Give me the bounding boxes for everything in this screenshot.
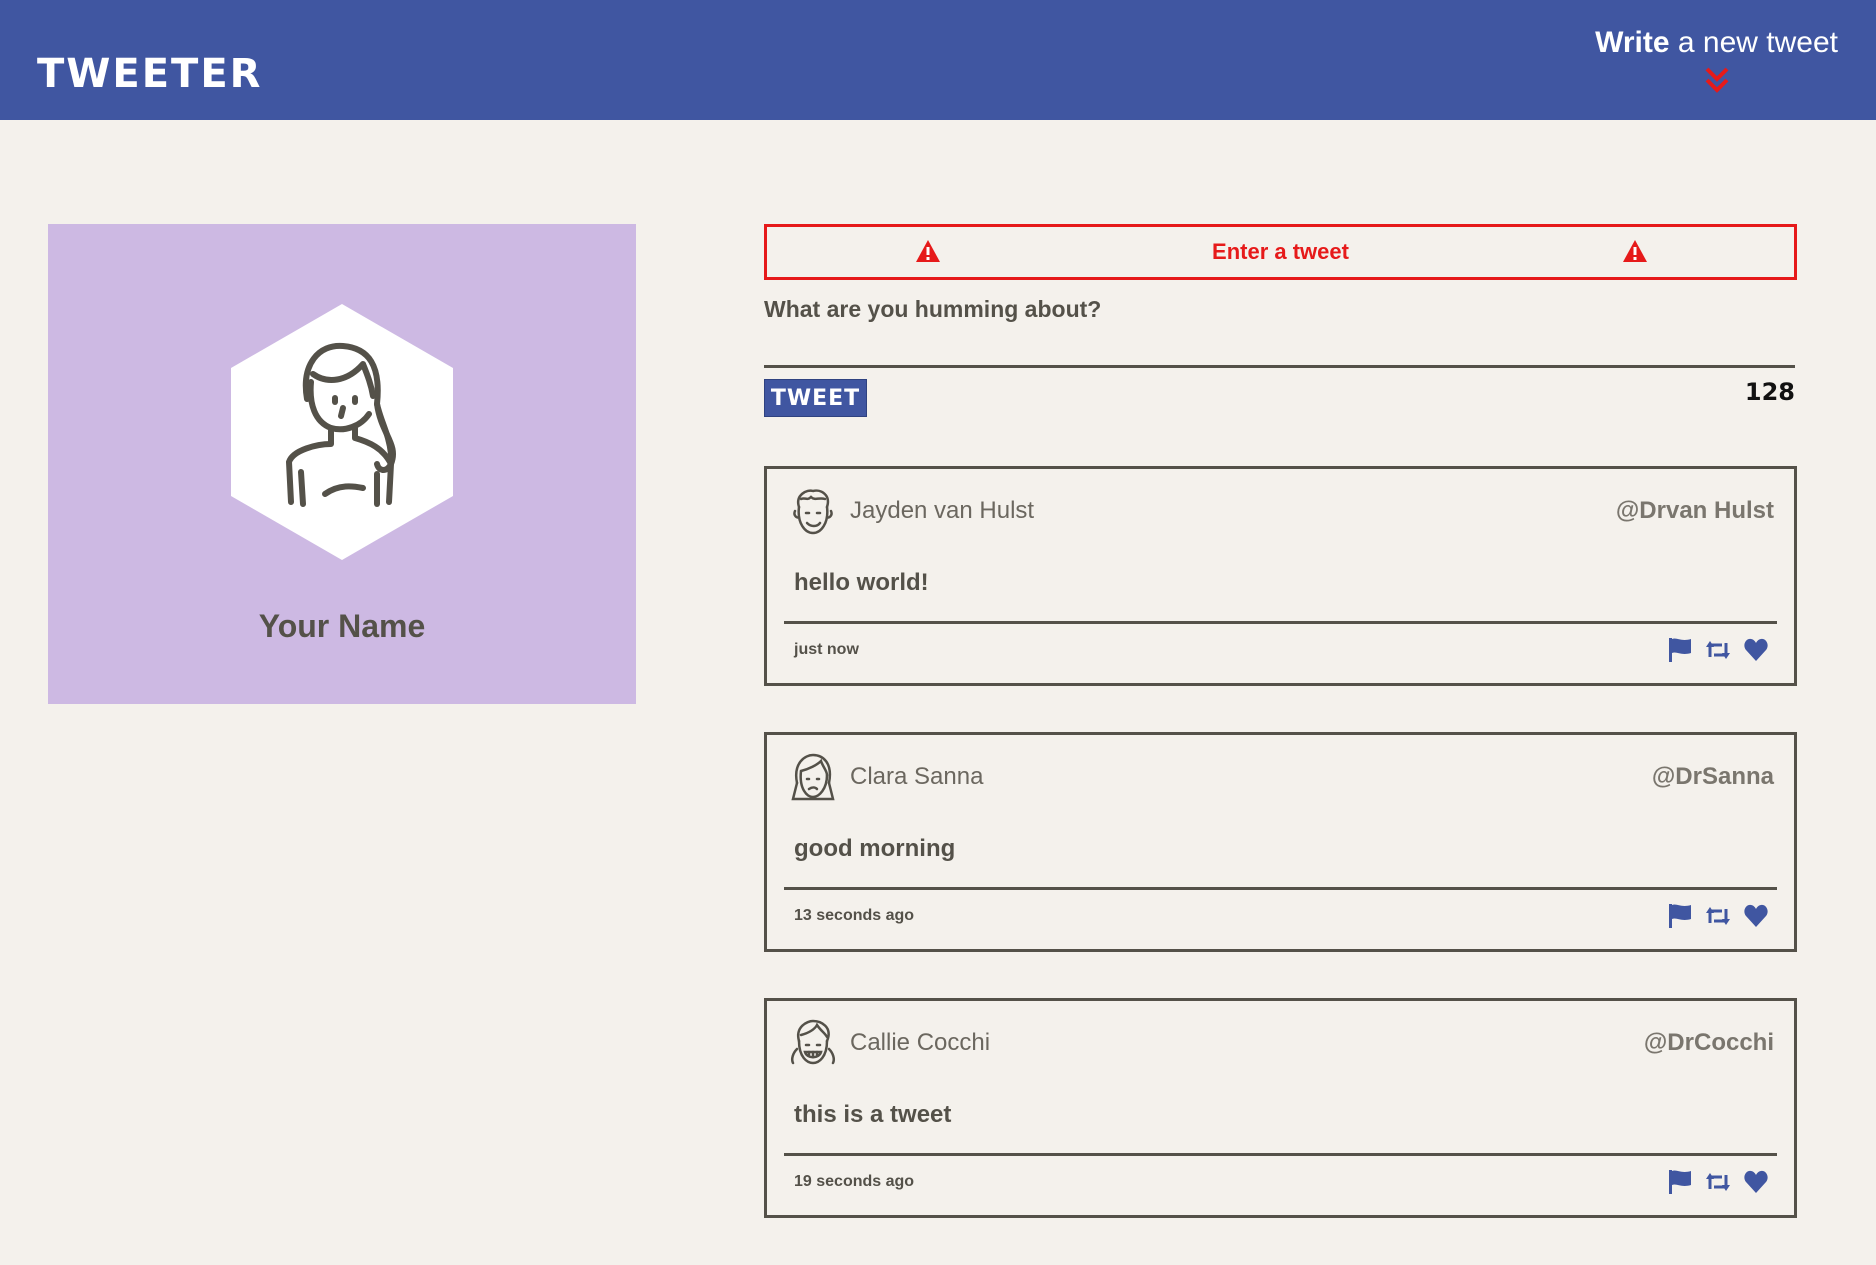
heart-icon[interactable] [1743,1169,1769,1195]
tweet-divider [784,887,1777,890]
retweet-icon[interactable] [1705,903,1731,929]
tweet-author-name: Clara Sanna [850,763,984,790]
tweet-actions [1667,1169,1769,1195]
write-label-rest: a new tweet [1669,26,1838,59]
flag-icon[interactable] [1667,1169,1693,1195]
retweet-icon[interactable] [1705,1169,1731,1195]
heart-icon[interactable] [1743,903,1769,929]
profile-avatar-icon [231,304,453,560]
error-banner: Enter a tweet [764,224,1797,280]
flag-icon[interactable] [1667,637,1693,663]
tweet-textarea-label[interactable]: What are you humming about? [764,296,1101,323]
tweet-card: Callie Cocchi @DrCocchi this is a tweet … [764,998,1797,1218]
double-chevron-down-icon[interactable] [1702,66,1732,96]
warning-triangle-icon [1623,240,1647,262]
tweet-body: hello world! [794,569,929,596]
tweet-timestamp: just now [794,641,859,658]
tweet-card: Clara Sanna @DrSanna good morning 13 sec… [764,732,1797,952]
user-avatar-icon [790,1019,836,1065]
tweet-body: this is a tweet [794,1101,952,1128]
tweet-input-underline [764,365,1795,368]
tweet-author-name: Callie Cocchi [850,1029,991,1056]
user-avatar-icon [791,753,835,801]
profile-card: Your Name [48,224,636,704]
flag-icon[interactable] [1667,903,1693,929]
tweet-body: good morning [794,835,956,862]
user-avatar-icon [793,489,833,535]
write-new-tweet-link[interactable]: Write a new tweet [1595,24,1838,96]
tweet-author-handle: @DrCocchi [1643,1029,1774,1056]
tweet-timestamp: 13 seconds ago [794,907,915,924]
tweet-author-handle: @DrSanna [1651,763,1774,790]
tweet-author-name: Jayden van Hulst [850,497,1035,524]
tweet-card: Jayden van Hulst @Drvan Hulst hello worl… [764,466,1797,686]
tweet-actions [1667,903,1769,929]
profile-name: Your Name [258,608,426,644]
tweet-divider [784,621,1777,624]
tweet-author-handle: @Drvan Hulst [1615,497,1774,524]
tweet-actions [1667,637,1769,663]
top-nav: TWEETER Write a new tweet [0,0,1876,120]
brand-logo: TWEETER [37,51,263,97]
character-counter: 128 [1744,378,1795,406]
heart-icon[interactable] [1743,637,1769,663]
tweet-timestamp: 19 seconds ago [794,1173,915,1190]
write-label-strong: Write [1595,26,1670,59]
tweet-submit-button[interactable]: TWEET [764,379,867,417]
retweet-icon[interactable] [1705,637,1731,663]
tweet-divider [784,1153,1777,1156]
